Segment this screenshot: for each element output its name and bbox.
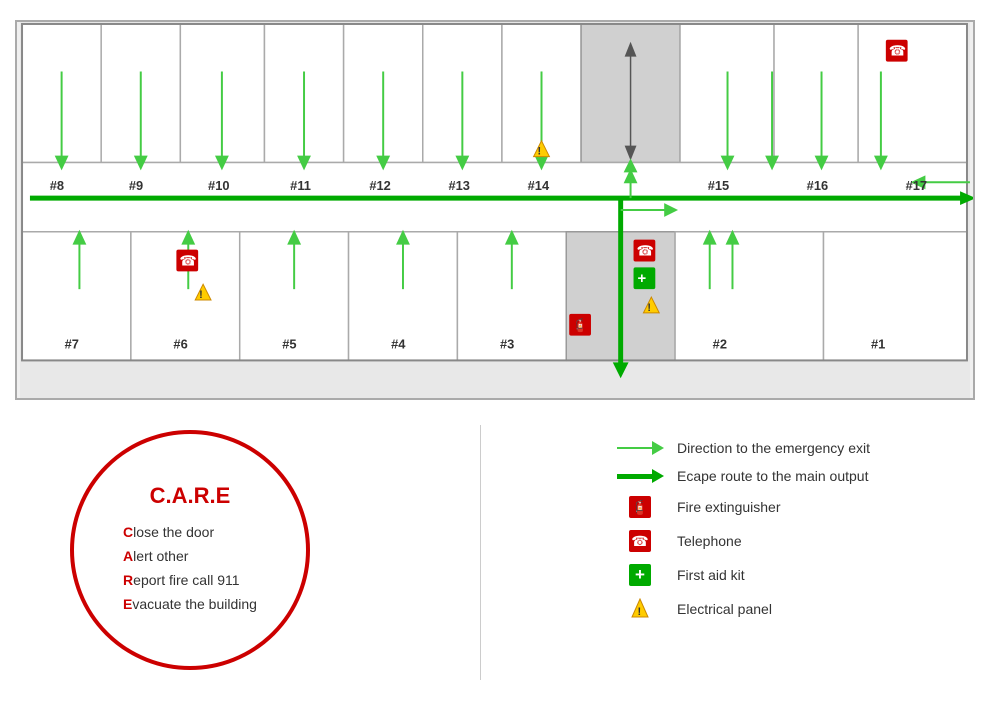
svg-text:#8: #8 (50, 178, 64, 193)
svg-text:🧯: 🧯 (572, 318, 588, 333)
svg-text:#12: #12 (369, 178, 390, 193)
legend-fire-ext-text: Fire extinguisher (677, 499, 781, 515)
care-title: C.A.R.E (150, 483, 231, 509)
svg-text:#6: #6 (173, 337, 187, 352)
svg-text:#10: #10 (208, 178, 229, 193)
care-text: Close the door Alert other Report fire c… (123, 521, 257, 616)
legend-item-escape: Ecape route to the main output (615, 468, 935, 484)
legend-electrical-icon: ! (615, 598, 665, 620)
legend-arrow-thick-icon (615, 469, 665, 483)
svg-text:!: ! (647, 302, 651, 314)
svg-text:☎: ☎ (179, 252, 196, 268)
svg-text:#1: #1 (871, 337, 885, 352)
legend-telephone-text: Telephone (677, 533, 742, 549)
legend-fire-ext-icon: 🧯 (615, 496, 665, 518)
legend-electrical-text: Electrical panel (677, 601, 772, 617)
svg-text:#4: #4 (391, 337, 406, 352)
legend: Direction to the emergency exit Ecape ro… (615, 440, 935, 632)
legend-item-first-aid: + First aid kit (615, 564, 935, 586)
legend-direction-text: Direction to the emergency exit (677, 440, 870, 456)
legend-telephone-icon: ☎ (615, 530, 665, 552)
svg-text:#11: #11 (290, 178, 311, 193)
legend-arrow-thin-icon (615, 441, 665, 455)
svg-text:+: + (637, 271, 646, 287)
legend-escape-text: Ecape route to the main output (677, 468, 868, 484)
legend-item-direction: Direction to the emergency exit (615, 440, 935, 456)
legend-first-aid-icon: + (615, 564, 665, 586)
svg-text:#16: #16 (807, 178, 828, 193)
legend-divider (480, 425, 481, 680)
legend-item-fire-ext: 🧯 Fire extinguisher (615, 496, 935, 518)
svg-text:☎: ☎ (636, 243, 653, 259)
svg-text:#5: #5 (282, 337, 296, 352)
svg-text:#2: #2 (713, 337, 727, 352)
svg-text:#13: #13 (448, 178, 469, 193)
legend-item-telephone: ☎ Telephone (615, 530, 935, 552)
svg-text:#17: #17 (906, 178, 927, 193)
care-circle: C.A.R.E Close the door Alert other Repor… (70, 430, 310, 670)
svg-text:!: ! (199, 289, 203, 301)
svg-text:#3: #3 (500, 337, 514, 352)
legend-item-electrical: ! Electrical panel (615, 598, 935, 620)
svg-text:#7: #7 (65, 337, 79, 352)
svg-text:#15: #15 (708, 178, 729, 193)
svg-text:#14: #14 (528, 178, 550, 193)
svg-text:!: ! (538, 146, 542, 158)
svg-text:!: ! (638, 606, 642, 618)
svg-text:#9: #9 (129, 178, 143, 193)
svg-text:☎: ☎ (889, 43, 906, 59)
legend-first-aid-text: First aid kit (677, 567, 745, 583)
